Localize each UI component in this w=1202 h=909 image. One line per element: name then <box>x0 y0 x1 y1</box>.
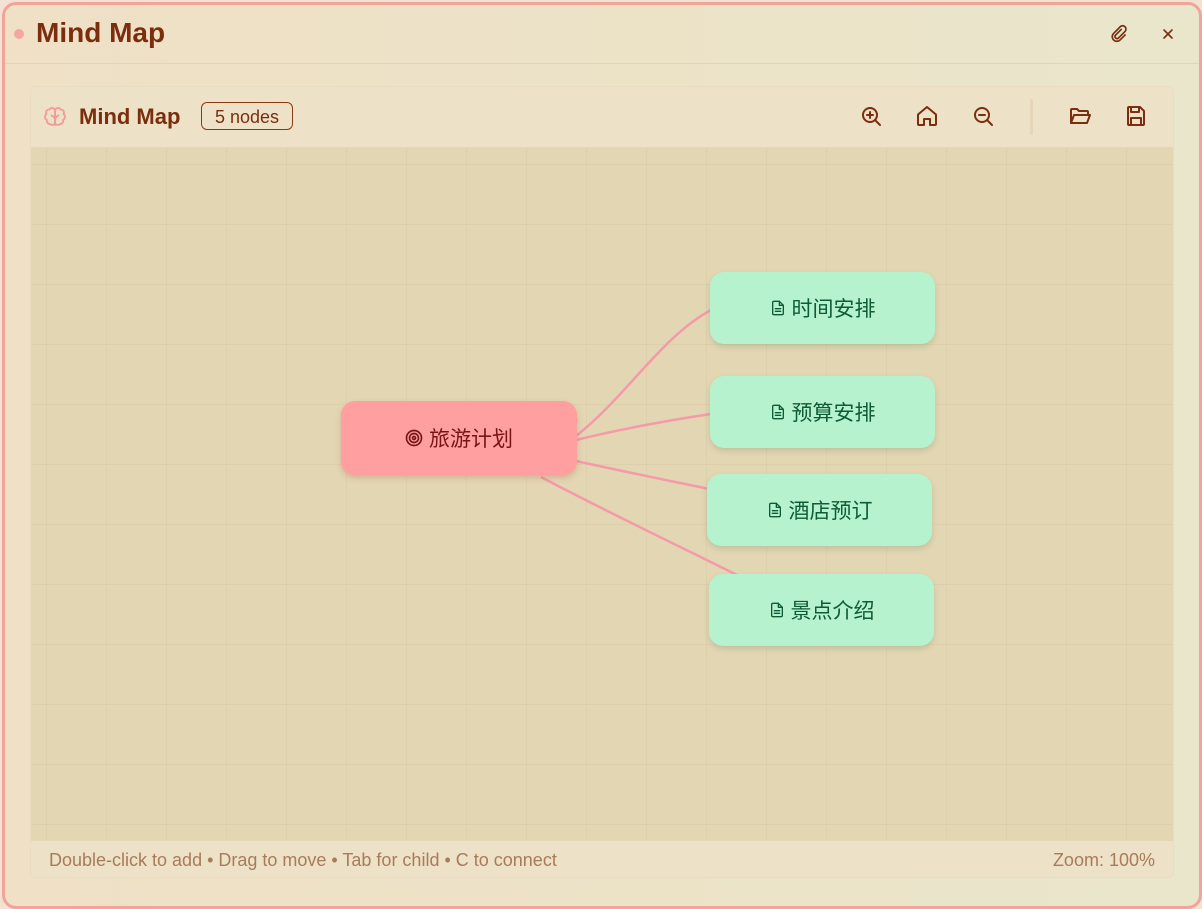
child-node[interactable]: 预算安排 <box>710 376 935 448</box>
mind-map-window: Mind Map Mind Map 5 nodes 旅游计划 时间安排 预算安排… <box>2 2 1202 909</box>
root-node-label: 旅游计划 <box>429 428 513 451</box>
child-node[interactable]: 时间安排 <box>710 272 935 344</box>
window-title: Mind Map <box>36 17 166 48</box>
close-icon <box>1163 29 1173 39</box>
zoom-in-button[interactable] <box>857 102 885 130</box>
toolbar-divider <box>1030 99 1033 135</box>
target-icon <box>405 429 423 447</box>
child-node-label: 预算安排 <box>791 402 876 425</box>
child-node-label: 酒店预订 <box>788 500 873 523</box>
folder-open-icon <box>1070 108 1091 124</box>
connection-lines <box>540 308 742 579</box>
keyboard-hint: Double-click to add • Drag to move • Tab… <box>49 850 557 870</box>
root-node[interactable]: 旅游计划 <box>341 401 577 475</box>
close-button[interactable] <box>1155 21 1181 47</box>
paperclip-icon <box>1111 24 1127 43</box>
file-text-icon <box>769 601 785 619</box>
mind-map-canvas[interactable]: 旅游计划 时间安排 预算安排 酒店预订 景点介绍 <box>31 147 1173 841</box>
title-status-dot <box>14 29 24 39</box>
child-node-label: 景点介绍 <box>790 600 875 623</box>
home-button[interactable] <box>913 102 941 130</box>
zoom-in-icon <box>862 107 881 126</box>
title-bar: Mind Map <box>5 5 1199 64</box>
toolbar-title: Mind Map <box>79 104 181 129</box>
zoom-level: Zoom: 100% <box>1052 850 1155 870</box>
status-bar: Double-click to add • Drag to move • Tab… <box>31 841 1173 877</box>
brain-icon <box>43 106 67 135</box>
node-count-badge: 5 nodes <box>201 102 294 130</box>
save-button[interactable] <box>1122 102 1150 130</box>
save-icon <box>1127 106 1145 126</box>
zoom-out-icon <box>974 107 993 126</box>
link-to-child-3 <box>575 459 710 491</box>
home-icon <box>917 106 937 126</box>
child-node[interactable]: 景点介绍 <box>709 574 934 646</box>
mind-map-toolbar: Mind Map 5 nodes <box>31 87 1173 147</box>
zoom-out-button[interactable] <box>969 102 997 130</box>
file-text-icon <box>770 403 786 421</box>
child-node-label: 时间安排 <box>791 298 876 321</box>
pin-button[interactable] <box>1107 21 1133 47</box>
child-node[interactable]: 酒店预订 <box>707 474 932 546</box>
mind-map-panel: Mind Map 5 nodes 旅游计划 时间安排 预算安排 酒店预订 景点介… <box>31 87 1173 877</box>
open-button[interactable] <box>1066 102 1094 130</box>
file-text-icon <box>767 501 783 519</box>
file-text-icon <box>770 299 786 317</box>
